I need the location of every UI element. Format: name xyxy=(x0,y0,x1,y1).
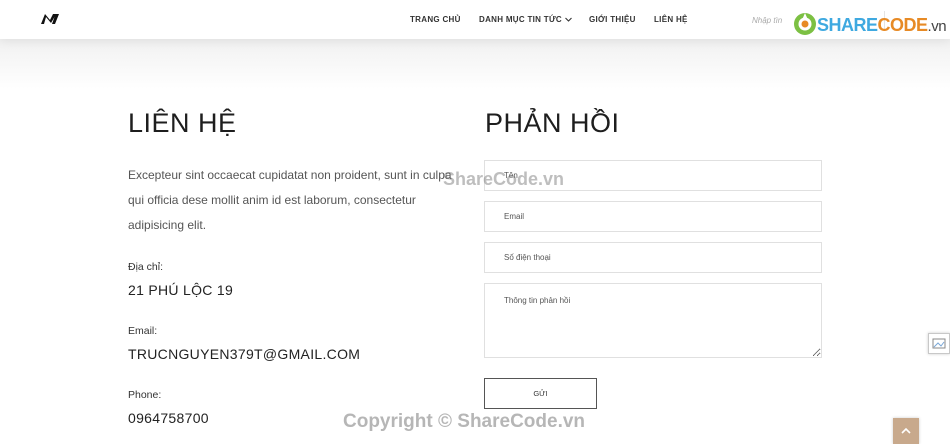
side-widget-button[interactable] xyxy=(928,333,950,354)
address-label: Địa chỉ: xyxy=(128,261,164,273)
sharecode-watermark-logo: SHARECODE.vn xyxy=(793,12,947,40)
nav-item-home[interactable]: TRANG CHỦ xyxy=(410,15,461,24)
message-field[interactable] xyxy=(484,283,822,358)
scroll-to-top-button[interactable] xyxy=(893,418,919,444)
nav-item-news-categories[interactable]: DANH MỤC TIN TỨC xyxy=(479,15,573,24)
send-button[interactable]: GỬI xyxy=(484,378,597,409)
sharecode-logo-share: SHARE xyxy=(817,15,878,35)
site-logo-icon[interactable] xyxy=(41,14,59,24)
email-label: Email: xyxy=(128,325,158,337)
contact-title: LIÊN HỆ xyxy=(128,108,237,138)
contact-intro-text: Excepteur sint occaecat cupidatat non pr… xyxy=(128,168,452,232)
bottom-watermark: Copyright © ShareCode.vn xyxy=(343,411,586,432)
phone-label: Phone: xyxy=(128,389,162,401)
phone-value[interactable]: 0964758700 xyxy=(128,410,209,426)
center-watermark: ShareCode.vn xyxy=(443,169,565,189)
feedback-title: PHẢN HỒI xyxy=(485,108,620,138)
top-navbar: TRANG CHỦ DANH MỤC TIN TỨC GIỚI THIỆU LI… xyxy=(0,0,950,39)
email-value[interactable]: TRUCNGUYEN379T@GMAIL.COM xyxy=(128,346,360,362)
nav-item-contact[interactable]: LIÊN HỆ xyxy=(654,15,688,24)
chevron-up-icon xyxy=(901,427,911,434)
email-field[interactable] xyxy=(484,201,822,232)
phone-field[interactable] xyxy=(484,242,822,273)
sharecode-logo-vn: .vn xyxy=(927,18,947,35)
sharecode-logo-icon xyxy=(794,13,816,35)
chevron-down-icon xyxy=(565,18,572,23)
image-icon xyxy=(932,338,946,349)
address-value: 21 PHÚ LỘC 19 xyxy=(128,282,234,298)
nav-item-news-categories-label: DANH MỤC TIN TỨC xyxy=(479,15,562,24)
sharecode-logo-code: CODE xyxy=(877,15,929,35)
nav-item-about[interactable]: GIỚI THIỆU xyxy=(589,15,636,24)
header-shadow-band xyxy=(0,39,950,89)
